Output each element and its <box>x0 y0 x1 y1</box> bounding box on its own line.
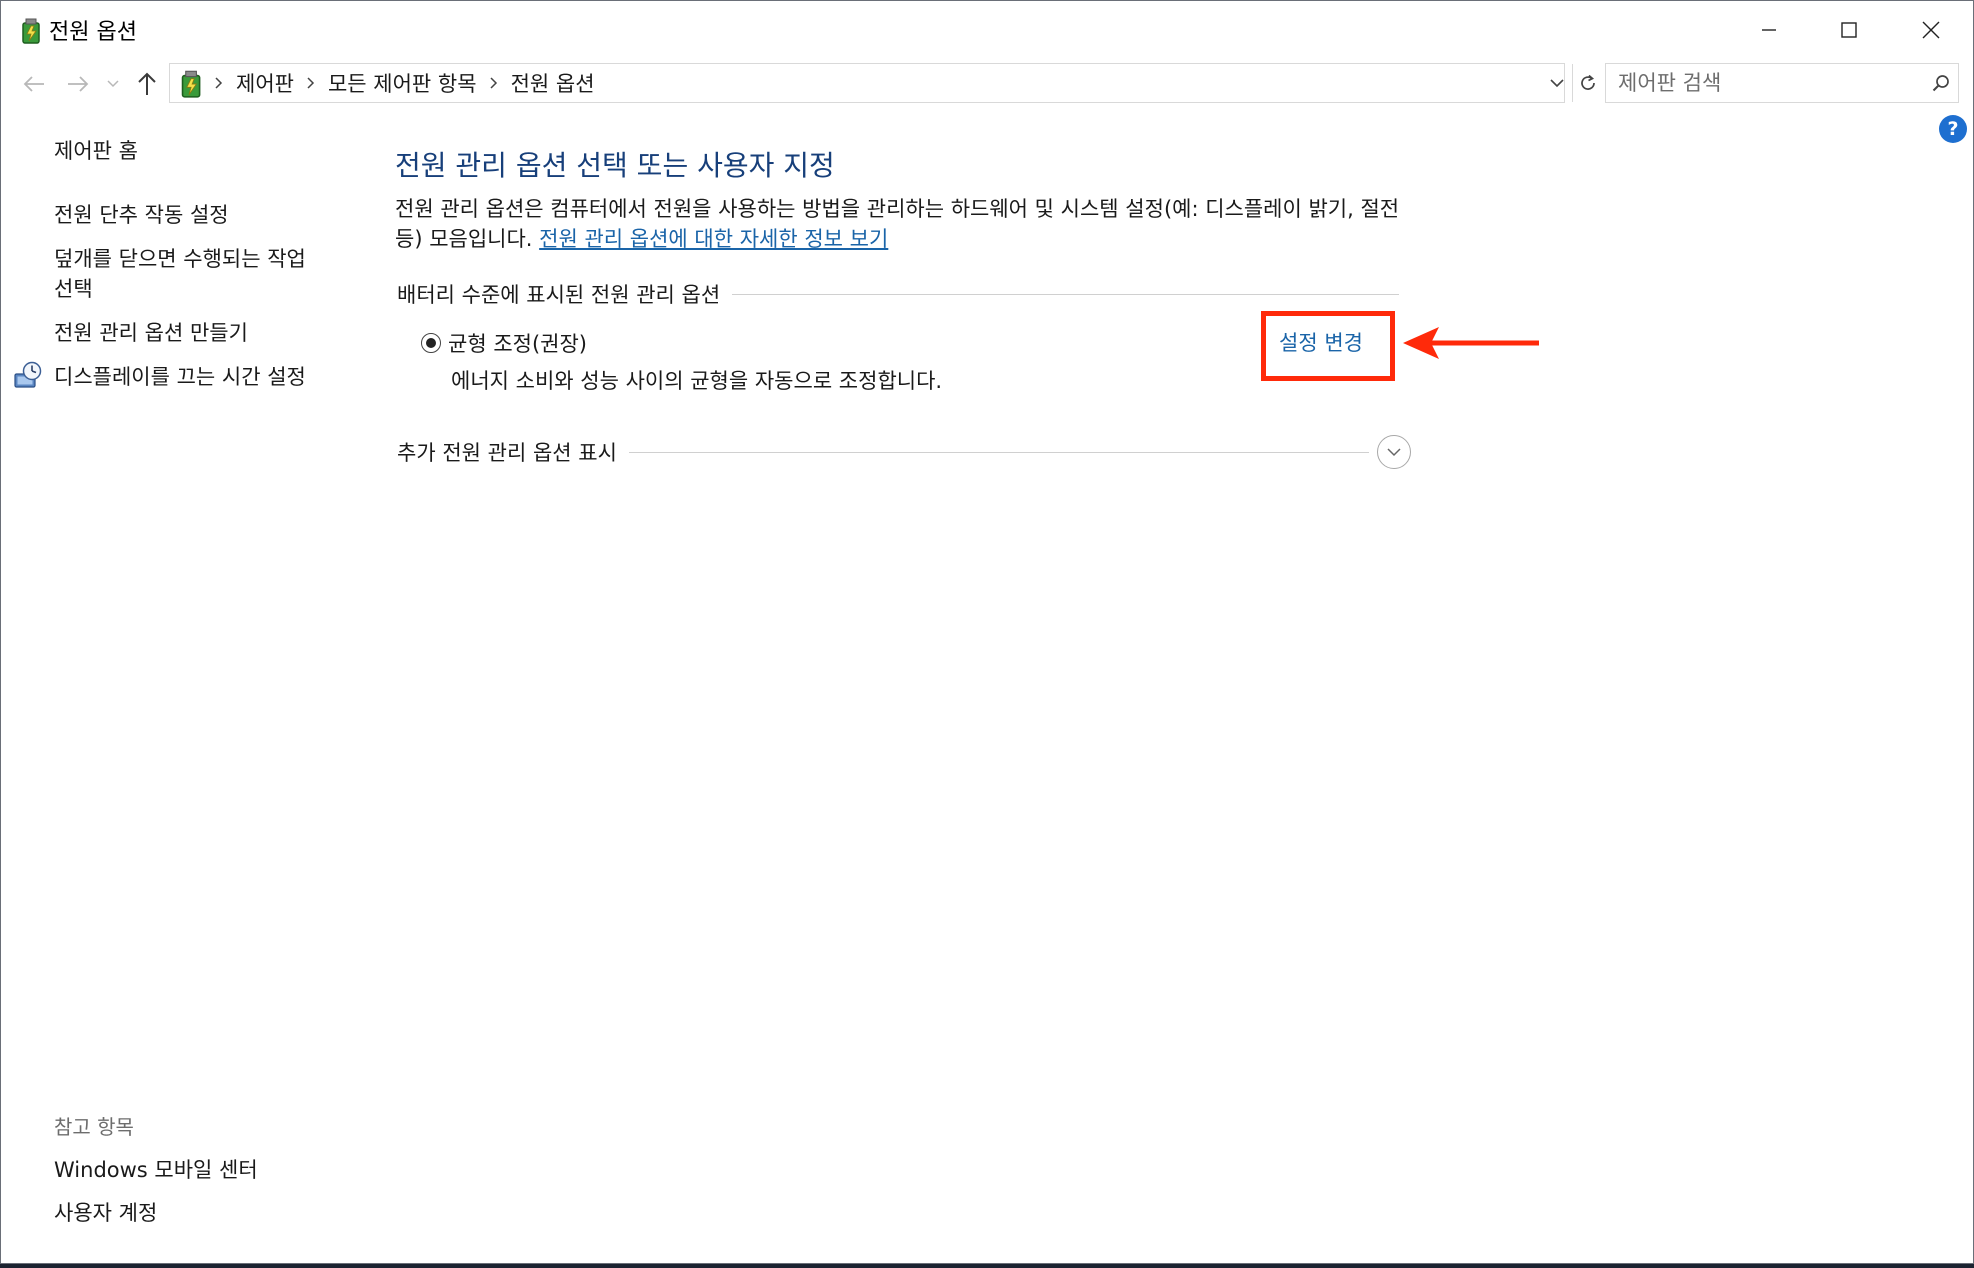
search-box[interactable] <box>1605 63 1959 103</box>
power-options-icon <box>181 70 201 98</box>
search-icon[interactable] <box>1926 64 1956 102</box>
close-icon <box>1922 21 1940 39</box>
sidebar-item-mobility-center[interactable]: Windows 모바일 센터 <box>54 1155 258 1185</box>
display-clock-icon <box>14 361 42 388</box>
extra-plans-group[interactable]: 추가 전원 관리 옵션 표시 <box>397 435 1411 469</box>
search-input[interactable] <box>1606 64 1916 102</box>
annotation-highlight-box <box>1261 311 1395 381</box>
title-bar[interactable]: 전원 옵션 <box>1 1 1973 59</box>
plan-radio-balanced[interactable]: 균형 조정(권장) <box>421 328 587 358</box>
minimize-button[interactable] <box>1729 1 1809 59</box>
refresh-button[interactable] <box>1572 64 1602 102</box>
chevron-right-icon[interactable] <box>210 64 228 102</box>
help-button[interactable]: ? <box>1939 115 1967 143</box>
breadcrumb: 제어판 모든 제어판 항목 전원 옵션 <box>210 64 603 102</box>
expand-button[interactable] <box>1377 435 1411 469</box>
up-button[interactable] <box>129 67 165 101</box>
radio-selected-dot <box>426 338 436 348</box>
group-divider <box>732 293 1399 295</box>
sidebar-item-display-off[interactable]: 디스플레이를 끄는 시간 설정 <box>54 362 306 392</box>
up-arrow-icon <box>138 72 156 95</box>
address-dropdown-button[interactable] <box>1542 64 1572 102</box>
close-button[interactable] <box>1891 1 1971 59</box>
sidebar-item-create-plan[interactable]: 전원 관리 옵션 만들기 <box>54 318 248 348</box>
group-label: 배터리 수준에 표시된 전원 관리 옵션 <box>397 283 721 307</box>
sidebar-item-lid-close[interactable]: 덮개를 닫으면 수행되는 작업 선택 <box>54 244 306 304</box>
window-title: 전원 옵션 <box>49 20 137 45</box>
chevron-right-icon[interactable] <box>485 64 503 102</box>
group-divider <box>628 451 1369 453</box>
chevron-down-icon <box>107 80 119 88</box>
see-also-heading: 참고 항목 <box>54 1115 134 1139</box>
sidebar-item-control-panel-home[interactable]: 제어판 홈 <box>54 136 138 166</box>
address-bar[interactable]: 제어판 모든 제어판 항목 전원 옵션 <box>169 63 1595 103</box>
power-options-icon <box>22 18 40 44</box>
annotation-arrow-icon <box>1403 327 1539 359</box>
plan-description: 에너지 소비와 성능 사이의 균형을 자동으로 조정합니다. <box>451 369 943 393</box>
sidebar-item-user-accounts[interactable]: 사용자 계정 <box>54 1198 157 1228</box>
radio-button[interactable] <box>421 333 441 353</box>
back-button[interactable] <box>17 67 51 101</box>
chevron-down-icon <box>1550 78 1564 87</box>
breadcrumb-control-panel[interactable]: 제어판 <box>228 68 302 98</box>
maximize-button[interactable] <box>1809 1 1889 59</box>
page-title: 전원 관리 옵션 선택 또는 사용자 지정 <box>395 149 835 182</box>
recent-locations-button[interactable] <box>101 67 125 101</box>
chevron-down-icon <box>1387 447 1401 456</box>
minimize-icon <box>1762 29 1776 31</box>
breadcrumb-all-items[interactable]: 모든 제어판 항목 <box>320 68 485 98</box>
plan-name[interactable]: 균형 조정(권장) <box>448 328 587 358</box>
navigation-bar: 제어판 모든 제어판 항목 전원 옵션 <box>1 59 1973 109</box>
group-label[interactable]: 추가 전원 관리 옵션 표시 <box>397 437 617 467</box>
battery-plans-group: 배터리 수준에 표시된 전원 관리 옵션 <box>397 279 1399 309</box>
more-info-link[interactable]: 전원 관리 옵션에 대한 자세한 정보 보기 <box>539 227 888 251</box>
forward-arrow-icon <box>68 76 89 92</box>
maximize-icon <box>1841 22 1857 38</box>
back-arrow-icon <box>23 76 44 92</box>
refresh-icon <box>1580 74 1595 90</box>
power-options-window: 전원 옵션 제어판 모든 제어판 항목 전원 옵션 제어판 검색 ? 제어판 홈… <box>0 0 1974 1264</box>
forward-button[interactable] <box>61 67 95 101</box>
page-description: 전원 관리 옵션은 컴퓨터에서 전원을 사용하는 방법을 관리하는 하드웨어 및… <box>395 194 1405 254</box>
chevron-right-icon[interactable] <box>302 64 320 102</box>
breadcrumb-power-options[interactable]: 전원 옵션 <box>503 68 603 98</box>
sidebar-item-power-buttons[interactable]: 전원 단추 작동 설정 <box>54 200 229 230</box>
